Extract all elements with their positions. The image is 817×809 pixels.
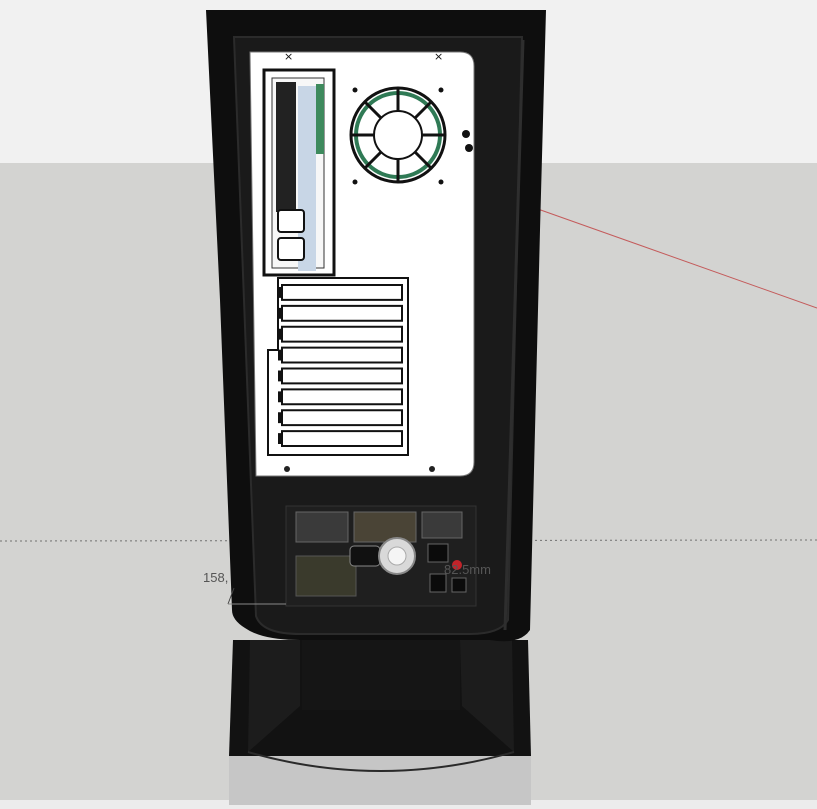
expansion-slot-tab xyxy=(278,349,283,361)
expansion-slot-tab xyxy=(278,328,283,340)
fan-hub xyxy=(373,110,423,160)
fan-screw-br xyxy=(438,179,444,185)
expansion-slot-tab xyxy=(278,433,283,444)
expansion-slot-cover xyxy=(281,284,403,301)
stand-neck xyxy=(302,640,460,710)
psu-vent-grille-3 xyxy=(421,511,463,539)
fan-screw-tr xyxy=(438,87,444,93)
usb-port-upper xyxy=(277,209,305,233)
pc-case[interactable]: × × xyxy=(206,10,546,642)
psu-power-socket[interactable] xyxy=(427,543,449,563)
psu-vent-grille-1 xyxy=(295,511,349,543)
psu-voltage-selector[interactable] xyxy=(451,577,467,593)
base-pedestal xyxy=(229,755,531,805)
psu-vent-grille-2 xyxy=(353,511,417,543)
fan-screw-tl xyxy=(352,87,358,93)
psu-cable-connector xyxy=(349,545,381,567)
rear-fan xyxy=(349,86,447,185)
io-port-strip xyxy=(276,82,296,212)
screw-top-right: × xyxy=(434,50,443,63)
dimension-label-left[interactable]: 158, xyxy=(203,570,228,585)
power-supply[interactable] xyxy=(285,505,477,607)
expansion-slot-tab xyxy=(278,307,283,319)
expansion-slot-tab xyxy=(278,287,283,298)
screw-top-left: × xyxy=(284,50,293,63)
expansion-slot-cover xyxy=(281,388,403,406)
psu-fan-knob-center xyxy=(387,546,407,566)
io-shield xyxy=(262,68,336,277)
panel-knob-upper xyxy=(462,130,470,138)
expansion-slot-tab xyxy=(278,412,283,424)
panel-knob-lower xyxy=(465,144,473,152)
screw-bottom-left xyxy=(284,466,290,472)
sketchup-viewport[interactable]: × × xyxy=(0,0,817,809)
expansion-slot-cover xyxy=(281,346,403,364)
io-green-board xyxy=(316,84,324,154)
dimension-label-right[interactable]: 82.5mm xyxy=(444,562,491,577)
expansion-slot-cover xyxy=(281,325,403,343)
expansion-slot-cover xyxy=(281,304,403,322)
expansion-slot-cover xyxy=(281,430,403,447)
stand-base[interactable] xyxy=(229,640,531,805)
expansion-slot-cover xyxy=(281,367,403,385)
fan-screw-bl xyxy=(352,179,358,185)
expansion-slot-tab xyxy=(278,391,283,403)
expansion-slot-cover xyxy=(281,409,403,427)
screw-bottom-right xyxy=(429,466,435,472)
usb-port-lower xyxy=(277,237,305,261)
psu-vent-grille-4 xyxy=(295,555,357,597)
expansion-slot-tab xyxy=(278,370,283,382)
